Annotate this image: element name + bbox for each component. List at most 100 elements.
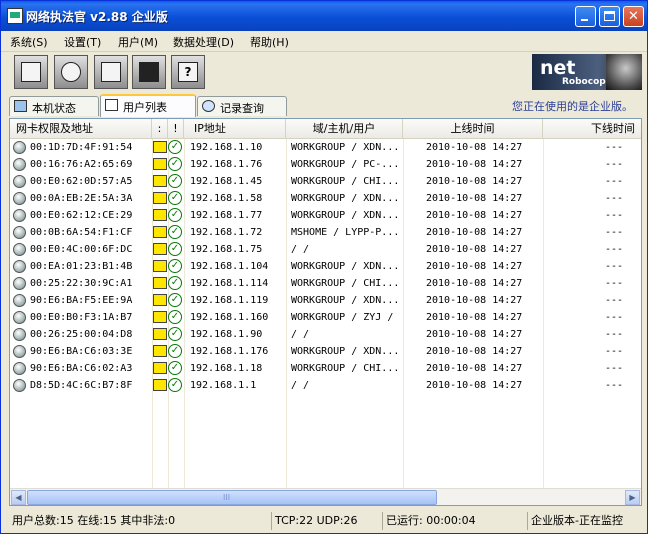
edition-note: 您正在使用的是企业版。 — [512, 100, 633, 113]
tab-label: 用户列表 — [123, 101, 167, 114]
monitor-status-icon — [153, 192, 167, 204]
cell-mac: 00:25:22:30:9C:A1 — [30, 278, 133, 289]
col-mac[interactable]: 网卡权限及地址 — [10, 119, 152, 138]
menu-system[interactable]: 系统(S) — [10, 34, 48, 50]
cell-online-time: 2010-10-08 14:27 — [426, 312, 523, 323]
cell-online-time: 2010-10-08 14:27 — [426, 380, 523, 391]
cell-online-time: 2010-10-08 14:27 — [426, 363, 523, 374]
cell-ip: 192.168.1.77 — [190, 210, 263, 221]
table-row[interactable]: 00:E0:B0:F3:1A:B7 ✓ 192.168.1.160 WORKGROUP… — [10, 309, 641, 326]
table-row[interactable]: D8:5D:4C:6C:B7:8F ✓ 192.168.1.1 / / 2010-10… — [10, 377, 641, 394]
monitor-status-icon — [153, 260, 167, 272]
menu-settings[interactable]: 设置(T) — [64, 34, 101, 50]
cell-online-time: 2010-10-08 14:27 — [426, 227, 523, 238]
status-tcp-udp: TCP:22 UDP:26 — [271, 512, 357, 530]
cell-offline-time: --- — [605, 380, 624, 391]
tab-log-query[interactable]: 记录查询 — [197, 96, 287, 116]
cell-mac: 00:0B:6A:54:F1:CF — [30, 227, 133, 238]
cell-host: WORKGROUP / XDN... — [291, 193, 400, 204]
monitor-icon[interactable] — [132, 55, 166, 89]
col-offline-time[interactable]: 下线时间 — [543, 119, 641, 138]
app-icon — [7, 8, 23, 24]
network-card-icon — [13, 209, 26, 222]
cell-offline-time: --- — [605, 295, 624, 306]
table-row[interactable]: 00:25:22:30:9C:A1 ✓ 192.168.1.114 WORKGROUP… — [10, 275, 641, 292]
table-row[interactable]: 00:0A:EB:2E:5A:3A ✓ 192.168.1.58 WORKGROUP … — [10, 190, 641, 207]
monitor-status-icon — [153, 362, 167, 374]
table-row[interactable]: 00:E0:4C:00:6F:DC ✓ 192.168.1.75 / / 2010-1… — [10, 241, 641, 258]
logo-subtext: Robocop — [562, 77, 606, 87]
status-bar: 用户总数:15 在线:15 其中非法:0 TCP:22 UDP:26 已运行: … — [1, 509, 647, 533]
scroll-thumb-grip: III — [223, 493, 231, 502]
scroll-thumb[interactable]: III — [27, 490, 437, 505]
table-row[interactable]: 00:16:76:A2:65:69 ✓ 192.168.1.76 WORKGROUP … — [10, 156, 641, 173]
cell-offline-time: --- — [605, 312, 624, 323]
title-bar[interactable]: 网络执法官 v2.88 企业版 ✕ — [1, 1, 647, 31]
close-icon: ✕ — [628, 9, 639, 24]
scroll-right-button[interactable]: ▶ — [625, 490, 640, 505]
window-title: 网络执法官 v2.88 企业版 — [26, 10, 168, 24]
cell-offline-time: --- — [605, 159, 624, 170]
scroll-left-button[interactable]: ◀ — [11, 490, 26, 505]
cell-offline-time: --- — [605, 176, 624, 187]
network-card-icon — [13, 226, 26, 239]
cell-ip: 192.168.1.45 — [190, 176, 263, 187]
cell-online-time: 2010-10-08 14:27 — [426, 346, 523, 357]
cell-offline-time: --- — [605, 227, 624, 238]
table-row[interactable]: 90:E6:BA:F5:EE:9A ✓ 192.168.1.119 WORKGROUP… — [10, 292, 641, 309]
col-ip[interactable]: IP地址 — [184, 119, 286, 138]
menu-help[interactable]: 帮助(H) — [250, 34, 289, 50]
monitor-status-icon — [153, 141, 167, 153]
cell-ip: 192.168.1.104 — [190, 261, 269, 272]
horizontal-scrollbar[interactable]: ◀ III ▶ — [10, 488, 641, 505]
maximize-button[interactable] — [599, 6, 620, 27]
check-status-icon: ✓ — [168, 140, 182, 154]
table-row[interactable]: 00:EA:01:23:B1:4B ✓ 192.168.1.104 WORKGROUP… — [10, 258, 641, 275]
user-list-view[interactable]: 网卡权限及地址 : ! IP地址 域/主机/用户 上线时间 下线时间 00:1D… — [9, 118, 642, 506]
main-window: 网络执法官 v2.88 企业版 ✕ 系统(S) 设置(T) 用户(M) 数据处理… — [0, 0, 648, 534]
table-row[interactable]: 00:E0:62:12:CE:29 ✓ 192.168.1.77 WORKGROUP … — [10, 207, 641, 224]
device-info-icon[interactable] — [14, 55, 48, 89]
cell-host: MSHOME / LYPP-P... — [291, 227, 400, 238]
col-online-time[interactable]: 上线时间 — [403, 119, 543, 138]
monitor-status-icon — [153, 345, 167, 357]
help-book-icon[interactable]: ? — [171, 55, 205, 89]
tab-user-list[interactable]: 用户列表 — [100, 94, 196, 117]
cell-host: WORKGROUP / CHI... — [291, 278, 400, 289]
table-row[interactable]: 00:E0:62:0D:57:A5 ✓ 192.168.1.45 WORKGROUP … — [10, 173, 641, 190]
close-button[interactable]: ✕ — [623, 6, 644, 27]
cell-ip: 192.168.1.72 — [190, 227, 263, 238]
col-flag2[interactable]: ! — [168, 119, 184, 138]
cell-mac: 90:E6:BA:C6:03:3E — [30, 346, 133, 357]
cell-ip: 192.168.1.58 — [190, 193, 263, 204]
table-row[interactable]: 00:26:25:00:04:D8 ✓ 192.168.1.90 / / 2010-1… — [10, 326, 641, 343]
check-status-icon: ✓ — [168, 293, 182, 307]
cell-host: / / — [291, 380, 310, 391]
table-row[interactable]: 90:E6:BA:C6:03:3E ✓ 192.168.1.176 WORKGROUP… — [10, 343, 641, 360]
keyboard-rules-icon[interactable] — [94, 55, 128, 89]
network-card-icon — [13, 260, 26, 273]
logo-text: net — [540, 57, 576, 79]
cell-online-time: 2010-10-08 14:27 — [426, 159, 523, 170]
network-card-icon — [13, 362, 26, 375]
col-flag1[interactable]: : — [152, 119, 168, 138]
settings-gear-icon[interactable] — [54, 55, 88, 89]
check-status-icon: ✓ — [168, 174, 182, 188]
minimize-button[interactable] — [575, 6, 596, 27]
monitor-status-icon — [153, 226, 167, 238]
table-row[interactable]: 00:1D:7D:4F:91:54 ✓ 192.168.1.10 WORKGROUP … — [10, 139, 641, 156]
table-row[interactable]: 90:E6:BA:C6:02:A3 ✓ 192.168.1.18 WORKGROUP … — [10, 360, 641, 377]
cell-offline-time: --- — [605, 363, 624, 374]
check-status-icon: ✓ — [168, 361, 182, 375]
menu-user[interactable]: 用户(M) — [118, 34, 158, 50]
menu-data-processing[interactable]: 数据处理(D) — [173, 34, 234, 50]
tab-label: 本机状态 — [32, 102, 76, 115]
check-status-icon: ✓ — [168, 259, 182, 273]
cell-mac: 00:16:76:A2:65:69 — [30, 159, 133, 170]
check-status-icon: ✓ — [168, 225, 182, 239]
tab-local-status[interactable]: 本机状态 — [9, 96, 99, 116]
table-row[interactable]: 00:0B:6A:54:F1:CF ✓ 192.168.1.72 MSHOME / L… — [10, 224, 641, 241]
cell-ip: 192.168.1.76 — [190, 159, 263, 170]
network-card-icon — [13, 192, 26, 205]
col-host[interactable]: 域/主机/用户 — [286, 119, 403, 138]
